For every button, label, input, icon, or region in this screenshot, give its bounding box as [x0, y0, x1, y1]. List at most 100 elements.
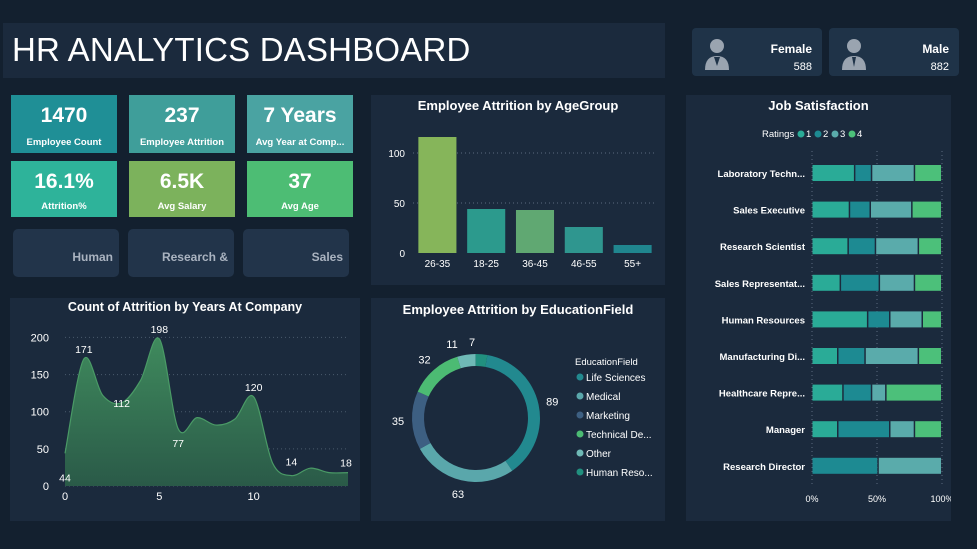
legend-title: EducationField: [575, 357, 638, 368]
bar-segment: [865, 348, 918, 364]
bar-segment: [890, 421, 914, 438]
y-tick-label: 0: [399, 249, 405, 260]
bar: [418, 137, 457, 253]
bar-segment: [812, 421, 837, 438]
bar-segment: [868, 311, 889, 328]
data-label: 112: [113, 398, 130, 410]
legend-marker: [576, 430, 584, 438]
category-label: Sales Executive: [733, 206, 805, 217]
male-user-icon: [842, 39, 866, 70]
female-user-icon: [705, 39, 729, 70]
data-label: 120: [245, 382, 263, 394]
slicer-human-resources[interactable]: Human: [13, 229, 119, 277]
bar-segment: [871, 201, 912, 218]
bar: [564, 227, 603, 253]
bar-segment: [848, 238, 875, 255]
years-chart-panel: Count of Attrition by Years At Company 0…: [10, 298, 360, 521]
bar-segment: [915, 165, 941, 181]
bar-segment: [812, 311, 867, 328]
x-tick-label: 46-55: [571, 259, 597, 270]
x-tick-label: 18-25: [473, 259, 499, 270]
kpi-avg-age: 37 Avg Age: [247, 161, 353, 217]
bar-segment: [812, 274, 840, 291]
category-label: Research Director: [723, 462, 805, 473]
age-group-bar-chart: 0 50 100 26-35 18-25 36-45 46-55 55+: [388, 137, 657, 270]
y-tick-label: 200: [31, 332, 49, 344]
female-card: Female 588: [692, 28, 822, 76]
bar-segment: [876, 238, 918, 255]
data-label: 198: [151, 324, 169, 336]
x-tick-label: 0: [62, 491, 68, 503]
category-label: Healthcare Repre...: [719, 389, 805, 400]
x-tick-label: 50%: [868, 494, 886, 504]
x-tick-label: 26-35: [425, 259, 451, 270]
kpi-avg-salary: 6.5K Avg Salary: [129, 161, 235, 217]
bar-segment: [912, 201, 941, 218]
y-tick-label: 150: [31, 370, 49, 382]
x-tick-label: 0%: [805, 494, 818, 504]
slice-label: 89: [546, 397, 558, 409]
bar-segment: [872, 165, 914, 181]
bar-segment: [841, 274, 879, 291]
legend-marker: [576, 411, 584, 419]
female-label: Female: [770, 42, 812, 56]
male-count: 882: [930, 61, 949, 73]
y-tick-label: 100: [388, 149, 405, 160]
category-label: Research Scientist: [720, 242, 806, 253]
kpi-value: 7 Years: [263, 104, 337, 127]
legend-label: 2: [823, 129, 828, 140]
bar-segment: [838, 348, 865, 364]
category-label: Manufacturing Di...: [720, 352, 806, 363]
slice-label: 7: [469, 337, 475, 349]
bar: [613, 245, 652, 253]
legend-marker: [848, 130, 856, 138]
bar-segment: [812, 457, 878, 474]
slicer-label: Research &: [161, 250, 228, 264]
y-tick-label: 50: [394, 199, 406, 210]
bar-segment: [812, 348, 837, 364]
legend-marker: [831, 130, 839, 138]
category-label: Human Resources: [722, 315, 805, 326]
slice-label: 63: [452, 489, 464, 501]
slicer-label: Sales: [311, 250, 343, 264]
slice-label: 11: [446, 339, 457, 351]
kpi-label: Avg Age: [281, 201, 319, 212]
y-tick-label: 50: [37, 444, 49, 456]
slicer-sales[interactable]: Sales: [243, 229, 349, 277]
data-label: 77: [172, 438, 184, 450]
data-label: 44: [59, 472, 71, 484]
bar-segment: [872, 384, 886, 401]
category-label: Laboratory Techn...: [718, 169, 805, 180]
bar-segment: [923, 311, 941, 328]
bar-segment: [812, 201, 849, 218]
x-tick-label: 10: [248, 491, 260, 503]
bar: [515, 210, 555, 253]
kpi-employee-attrition: 237 Employee Attrition: [129, 95, 235, 153]
bar-segment: [886, 384, 941, 401]
bar-segment: [915, 421, 941, 438]
slicer-research-development[interactable]: Research &: [128, 229, 234, 277]
category-label: Manager: [766, 425, 805, 436]
legend-marker: [814, 130, 822, 138]
years-area-chart: 0 50 100 150 200 44 171 112 198 77 120 14 18 0 5 10: [31, 324, 352, 503]
slicer-label: Human: [72, 250, 113, 264]
kpi-label: Attrition%: [41, 201, 87, 212]
bar-segment: [812, 384, 843, 401]
kpi-value: 6.5K: [159, 170, 205, 193]
bar-segment: [890, 311, 922, 328]
kpi-label: Employee Attrition: [139, 137, 225, 148]
title-panel: HR ANALYTICS DASHBOARD: [3, 23, 665, 78]
bar-segment: [855, 165, 871, 181]
donut-slice: [485, 355, 540, 471]
y-tick-label: 0: [43, 481, 49, 493]
job-satisfaction-panel: Job Satisfaction Ratings12340%50%100%Lab…: [686, 95, 951, 521]
kpi-employee-count: 1470 Employee Count: [11, 95, 117, 153]
kpi-value: 16.1%: [34, 170, 94, 193]
donut-slice: [412, 391, 431, 449]
bar-segment: [838, 421, 889, 438]
bar-segment: [812, 238, 848, 255]
kpi-value: 237: [164, 104, 200, 127]
legend-label: Marketing: [586, 411, 630, 422]
data-label: 171: [75, 344, 93, 356]
donut-slice: [419, 443, 513, 482]
